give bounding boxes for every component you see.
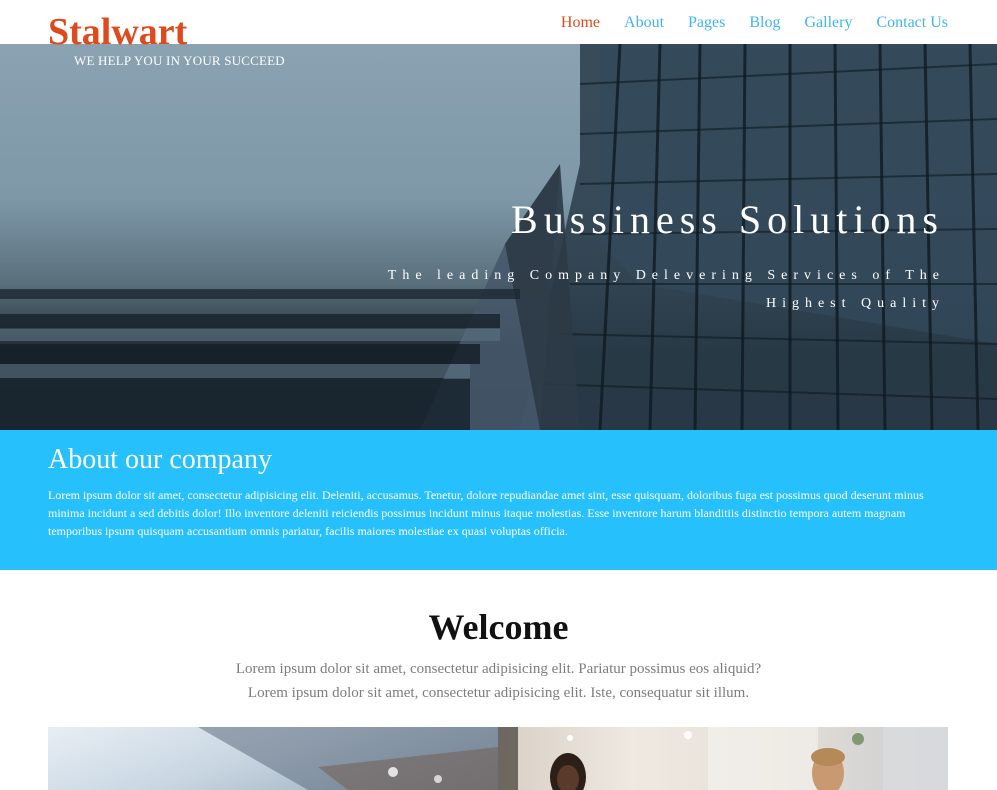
welcome-title: Welcome [428, 607, 569, 647]
about-heading: About our company [48, 444, 272, 475]
nav-pages[interactable]: Pages [688, 13, 725, 33]
nav-blog[interactable]: Blog [749, 13, 780, 33]
office-photo-right [498, 727, 948, 790]
about-body: Lorem ipsum dolor sit amet, consectetur … [48, 488, 924, 538]
nav-home[interactable]: Home [561, 13, 600, 33]
welcome-line-1: Lorem ipsum dolor sit amet, consectetur … [235, 661, 762, 677]
welcome-line-2: Lorem ipsum dolor sit amet, consectetur … [247, 685, 750, 701]
site-logo[interactable]: Stalwart [48, 10, 187, 54]
main-nav: Home About Pages Blog Gallery Contact Us [537, 13, 948, 33]
hero-banner: Bussiness Solutions The leading Company … [0, 44, 997, 430]
nav-gallery[interactable]: Gallery [804, 13, 852, 33]
site-tagline: WE HELP YOU IN YOUR SUCCEED [74, 53, 285, 68]
hero-title: Bussiness Solutions [511, 197, 944, 242]
nav-about[interactable]: About [624, 13, 664, 33]
about-section: About our company Lorem ipsum dolor sit … [0, 430, 997, 570]
hero-subtitle: The leading Company Delevering Services … [387, 268, 945, 311]
office-photo-left [48, 727, 498, 790]
welcome-text: Lorem ipsum dolor sit amet, consectetur … [0, 657, 997, 705]
nav-contact-us[interactable]: Contact Us [876, 13, 948, 33]
